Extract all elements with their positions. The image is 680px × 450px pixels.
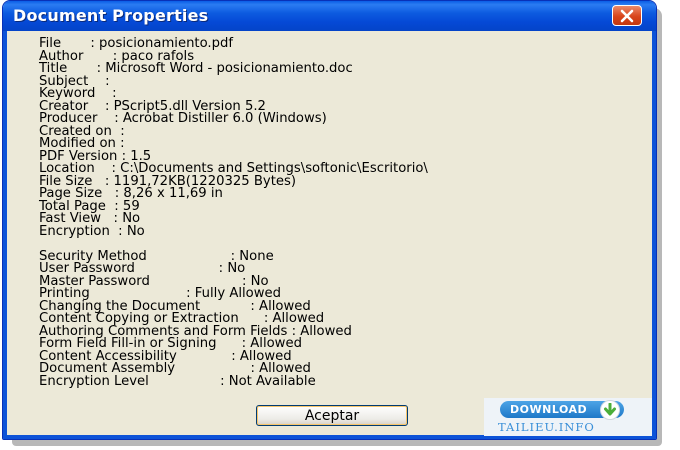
document-properties-dialog: Document Properties File : posicionamien… — [2, 0, 657, 440]
aceptar-button[interactable]: Aceptar — [256, 405, 408, 426]
security-row-encryption-level: Encryption Level : Not Available — [39, 373, 316, 389]
property-row-encryption: Encryption : No — [39, 223, 145, 239]
window-border-right — [652, 31, 656, 439]
close-icon — [620, 9, 634, 22]
properties-list: File : posicionamiento.pdf Author : paco… — [39, 37, 428, 389]
watermark-site-label: TAILIEU.INFO — [498, 420, 595, 434]
close-button[interactable] — [612, 5, 642, 26]
watermark-logo: DOWNLOAD TAILIEU.INFO — [484, 398, 652, 436]
dialog-title: Document Properties — [13, 6, 209, 25]
download-arrow-icon — [600, 400, 620, 420]
title-bar[interactable]: Document Properties — [3, 1, 656, 31]
window-border-left — [3, 31, 7, 439]
